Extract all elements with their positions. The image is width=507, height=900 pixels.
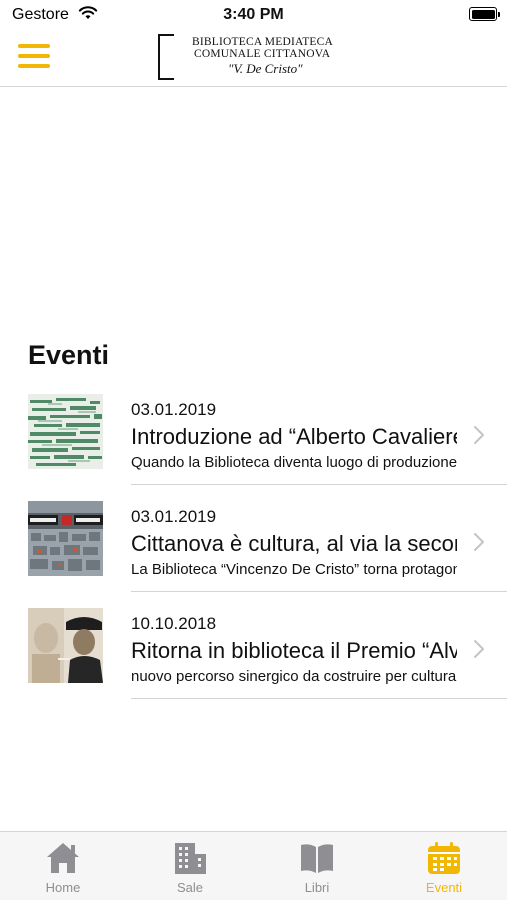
- tab-sale[interactable]: Sale: [127, 832, 253, 900]
- battery-icon: [469, 7, 500, 21]
- event-title: Ritorna in biblioteca il Premio “Alvaro: [131, 638, 457, 663]
- tab-home-label: Home: [45, 880, 81, 895]
- row-separator: [131, 698, 507, 699]
- nav-bar: BIBLIOTECA MEDIATECA COMUNALE CITTANOVA …: [0, 30, 507, 87]
- tab-libri[interactable]: Libri: [254, 832, 380, 900]
- event-thumbnail: [28, 608, 103, 683]
- tab-home[interactable]: Home: [0, 832, 126, 900]
- event-row[interactable]: 10.10.2018 Ritorna in biblioteca il Prem…: [0, 604, 507, 711]
- event-list: 03.01.2019 Introduzione ad “Alberto Cava…: [0, 390, 507, 711]
- tab-eventi-label: Eventi: [425, 880, 463, 895]
- event-title: Cittanova è cultura, al via la seconda: [131, 531, 457, 556]
- row-separator: [131, 591, 507, 592]
- logo-bracket: [158, 34, 174, 80]
- event-date: 03.01.2019: [131, 400, 217, 419]
- book-icon: [301, 844, 333, 873]
- event-thumbnail: [28, 501, 103, 576]
- hamburger-icon: [18, 44, 50, 48]
- logo-line-3: "V. De Cristo": [228, 61, 303, 76]
- menu-button[interactable]: [18, 44, 50, 70]
- chevron-right-icon: [474, 533, 484, 551]
- building-icon: [175, 843, 206, 874]
- status-bar: Gestore 3:40 PM: [0, 0, 507, 30]
- event-title: Introduzione ad “Alberto Cavaliere: [131, 424, 457, 449]
- chevron-right-icon: [474, 426, 484, 444]
- calendar-icon: [428, 842, 460, 874]
- events-section-title: Eventi: [28, 340, 110, 370]
- event-description: nuovo percorso sinergico da costruire pe…: [131, 668, 457, 685]
- home-icon: [47, 843, 79, 873]
- event-thumbnail: [28, 394, 103, 469]
- chevron-right-icon: [474, 640, 484, 658]
- event-description: La Biblioteca “Vincenzo De Cristo” torna…: [131, 561, 457, 578]
- event-row[interactable]: 03.01.2019 Introduzione ad “Alberto Cava…: [0, 390, 507, 497]
- event-date: 10.10.2018: [131, 614, 217, 633]
- tab-eventi[interactable]: Eventi: [381, 832, 507, 900]
- logo-line-1: BIBLIOTECA MEDIATECA: [192, 36, 334, 48]
- tab-sale-label: Sale: [176, 880, 204, 895]
- clock: 3:40 PM: [223, 6, 284, 23]
- row-separator: [131, 484, 507, 485]
- event-description: Quando la Biblioteca diventa luogo di pr…: [131, 454, 457, 471]
- event-row[interactable]: 03.01.2019 Cittanova è cultura, al via l…: [0, 497, 507, 604]
- event-date: 03.01.2019: [131, 507, 217, 526]
- tab-bar: Home Sale Libri Eventi: [0, 831, 507, 900]
- logo-line-2: COMUNALE CITTANOVA: [194, 48, 331, 60]
- library-logo: BIBLIOTECA MEDIATECA COMUNALE CITTANOVA …: [158, 34, 354, 80]
- tab-libri-label: Libri: [304, 880, 330, 895]
